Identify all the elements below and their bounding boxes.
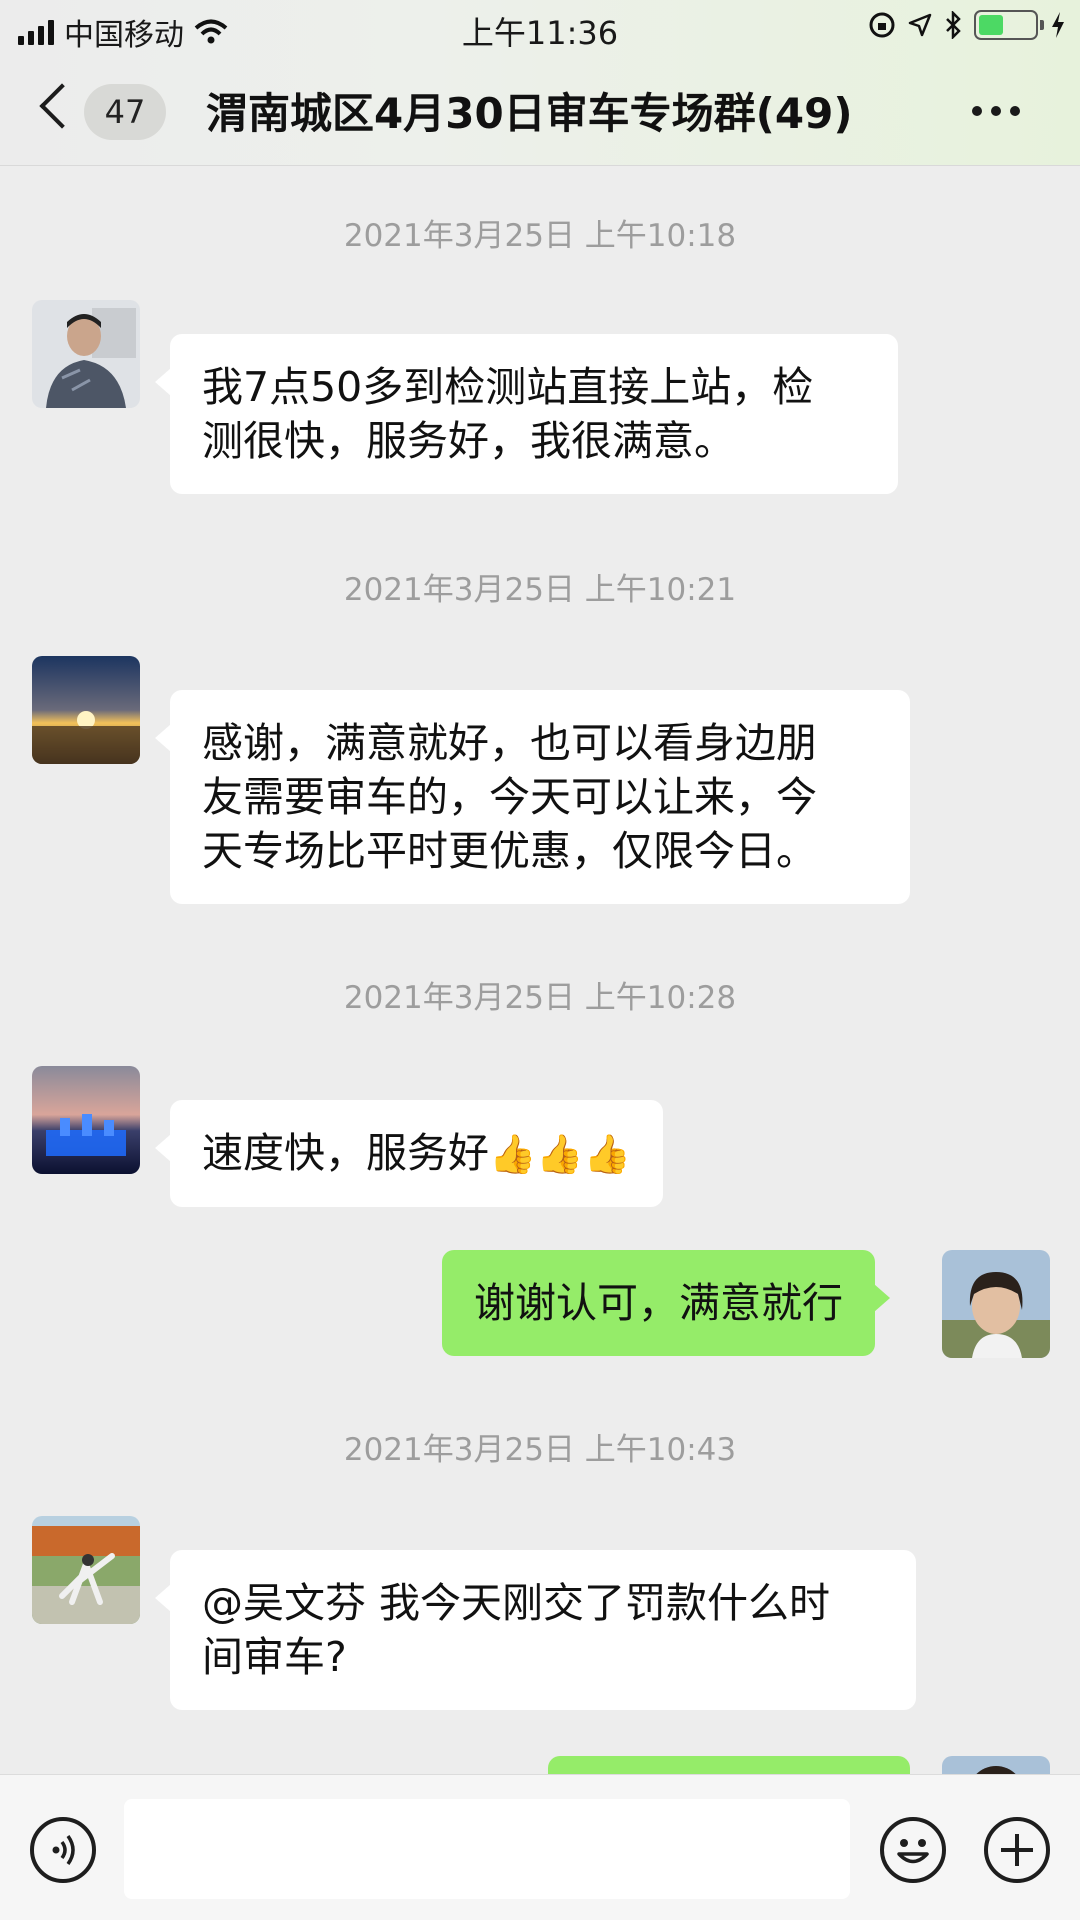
chat-nav-bar: 47 渭南城区4月30日审车专场群(49): [0, 56, 1080, 166]
top-bar: 中国移动 上午11:36 47 渭南城区4月30日审车专场群(49): [0, 0, 1080, 166]
avatar[interactable]: [32, 656, 140, 764]
message-bubble-mine[interactable]: [548, 1756, 910, 1774]
message-text-line: 友需要审车的，今天可以让来，今: [202, 773, 817, 821]
unread-count-badge[interactable]: 47: [84, 84, 166, 140]
message-text-line: 感谢，满意就好，也可以看身边朋: [202, 719, 817, 767]
message-bubble[interactable]: 速度快，服务好👍👍👍: [155, 1100, 663, 1207]
message-bubble[interactable]: 我7点50多到检测站直接上站，检 测很快，服务好，我很满意。: [155, 334, 898, 494]
voice-button[interactable]: [30, 1817, 96, 1883]
location-icon: [908, 13, 932, 37]
chat-title: 渭南城区4月30日审车专场群(49): [206, 89, 853, 138]
thumbs-up-emoji: 👍: [536, 1132, 584, 1176]
message-input[interactable]: [124, 1799, 850, 1899]
voice-icon: [52, 1834, 75, 1866]
message-text-line: 测很快，服务好，我很满意。: [202, 417, 735, 465]
message-text-line: 我7点50多到检测站直接上站，检: [202, 363, 814, 411]
message-text: 速度快，服务好: [202, 1129, 489, 1177]
more-dots-icon: [972, 106, 982, 116]
battery-icon: [974, 10, 1044, 40]
message-list[interactable]: 2021年3月25日 上午10:18 我7点50多到检测站直接上站，检 测很快，…: [0, 166, 1080, 1774]
avatar[interactable]: [32, 300, 140, 408]
bluetooth-icon: [946, 11, 961, 39]
message-bubble-mine[interactable]: 谢谢认可，满意就行: [442, 1250, 890, 1356]
charging-icon: [1052, 12, 1064, 38]
thumbs-up-emoji: 👍: [583, 1132, 631, 1176]
smile-icon: [897, 1839, 929, 1864]
more-button[interactable]: [972, 106, 1020, 116]
timestamp: 2021年3月25日 上午10:21: [343, 572, 737, 608]
message-bubble[interactable]: @吴文芬 我今天刚交了罚款什么时 间审车?: [155, 1550, 916, 1710]
message-text: 谢谢认可，满意就行: [474, 1279, 843, 1327]
avatar[interactable]: [32, 1066, 140, 1174]
plus-icon: [1001, 1834, 1033, 1866]
back-button[interactable]: [36, 80, 76, 140]
timestamp: 2021年3月25日 上午10:43: [343, 1432, 737, 1468]
my-avatar[interactable]: [942, 1756, 1050, 1774]
my-avatar[interactable]: [942, 1250, 1050, 1358]
message-bubble[interactable]: 感谢，满意就好，也可以看身边朋 友需要审车的，今天可以让来，今 天专场比平时更优…: [155, 690, 910, 904]
timestamp: 2021年3月25日 上午10:28: [343, 980, 737, 1016]
orientation-lock-icon: [869, 12, 895, 38]
message-text-line: 间审车?: [202, 1633, 347, 1681]
status-right: [868, 10, 1066, 40]
message-text-line: 天专场比平时更优惠，仅限今日。: [202, 827, 817, 875]
thumbs-up-emoji: 👍: [489, 1132, 537, 1176]
avatar[interactable]: [32, 1516, 140, 1624]
emoji-button[interactable]: [880, 1817, 946, 1883]
message-text-line: @吴文芬 我今天刚交了罚款什么时: [202, 1579, 831, 1627]
timestamp: 2021年3月25日 上午10:18: [343, 218, 737, 254]
status-bar: 中国移动 上午11:36: [0, 0, 1080, 56]
input-bar: [0, 1774, 1080, 1920]
add-button[interactable]: [984, 1817, 1050, 1883]
